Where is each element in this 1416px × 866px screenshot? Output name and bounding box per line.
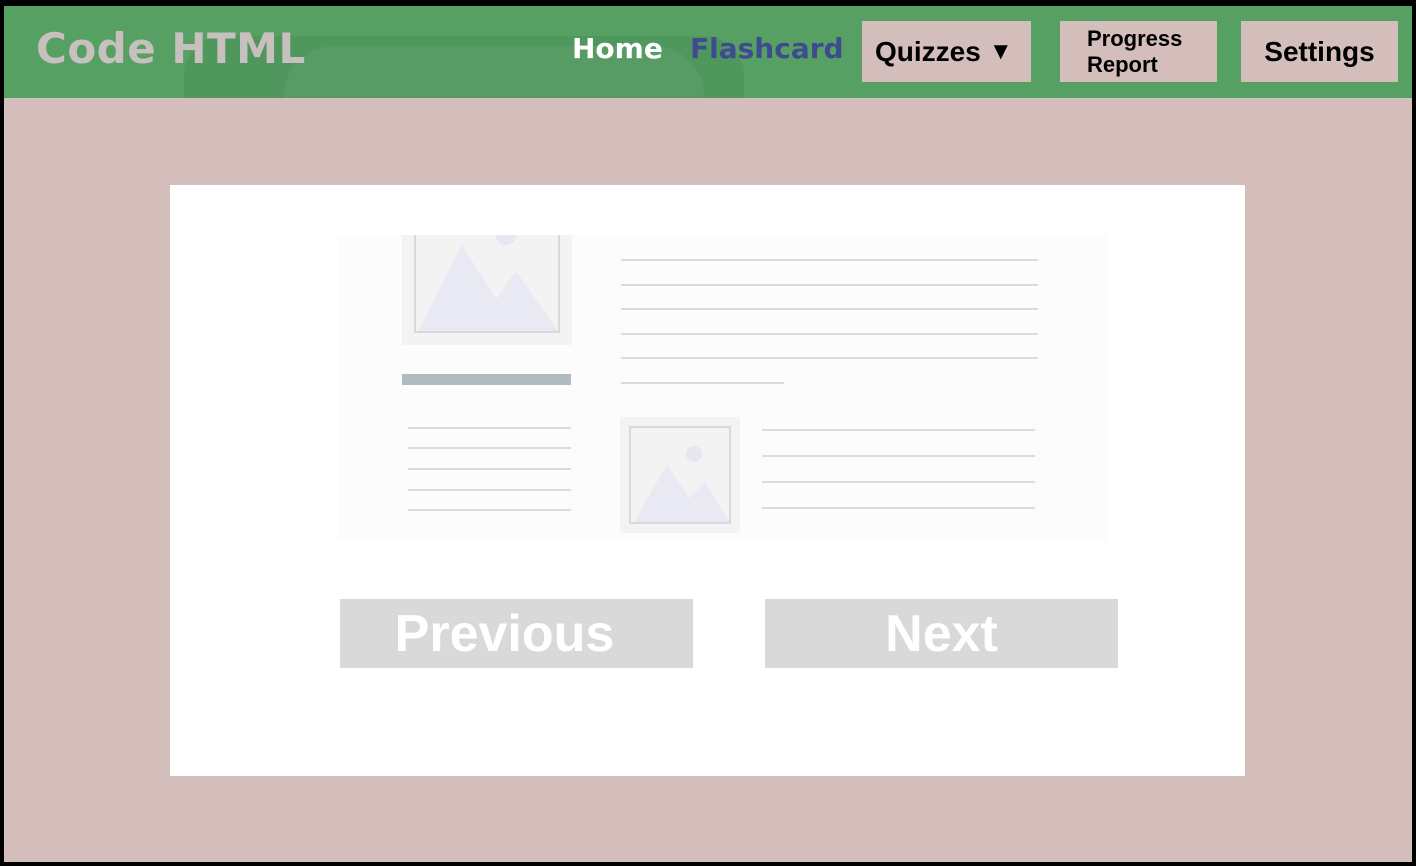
caret-down-icon: ▼ (988, 37, 1013, 65)
previous-button[interactable]: Previous (340, 599, 693, 668)
progress-report-button[interactable]: Progress Report (1060, 21, 1217, 82)
image-placeholder-icon (620, 417, 740, 533)
quizzes-dropdown-button[interactable]: Quizzes ▼ (862, 21, 1031, 82)
top-navbar: Code HTML Home Flashcard Quizzes ▼ Progr… (4, 6, 1412, 98)
document-placeholder-illustration (338, 235, 1108, 541)
next-button[interactable]: Next (765, 599, 1118, 668)
app-frame: Code HTML Home Flashcard Quizzes ▼ Progr… (4, 6, 1412, 862)
quizzes-label: Quizzes (875, 35, 981, 67)
brand-logo-text[interactable]: Code HTML (36, 24, 306, 73)
nav-link-home[interactable]: Home (572, 32, 663, 65)
settings-button[interactable]: Settings (1241, 21, 1398, 82)
flashcard-card: Previous Next (170, 185, 1245, 776)
progress-label-line1: Progress (1087, 25, 1183, 51)
nav-link-flashcard[interactable]: Flashcard (690, 32, 844, 65)
image-placeholder-icon (402, 235, 572, 345)
progress-report-label: Progress Report (1087, 26, 1182, 78)
progress-label-line2: Report (1087, 51, 1158, 77)
